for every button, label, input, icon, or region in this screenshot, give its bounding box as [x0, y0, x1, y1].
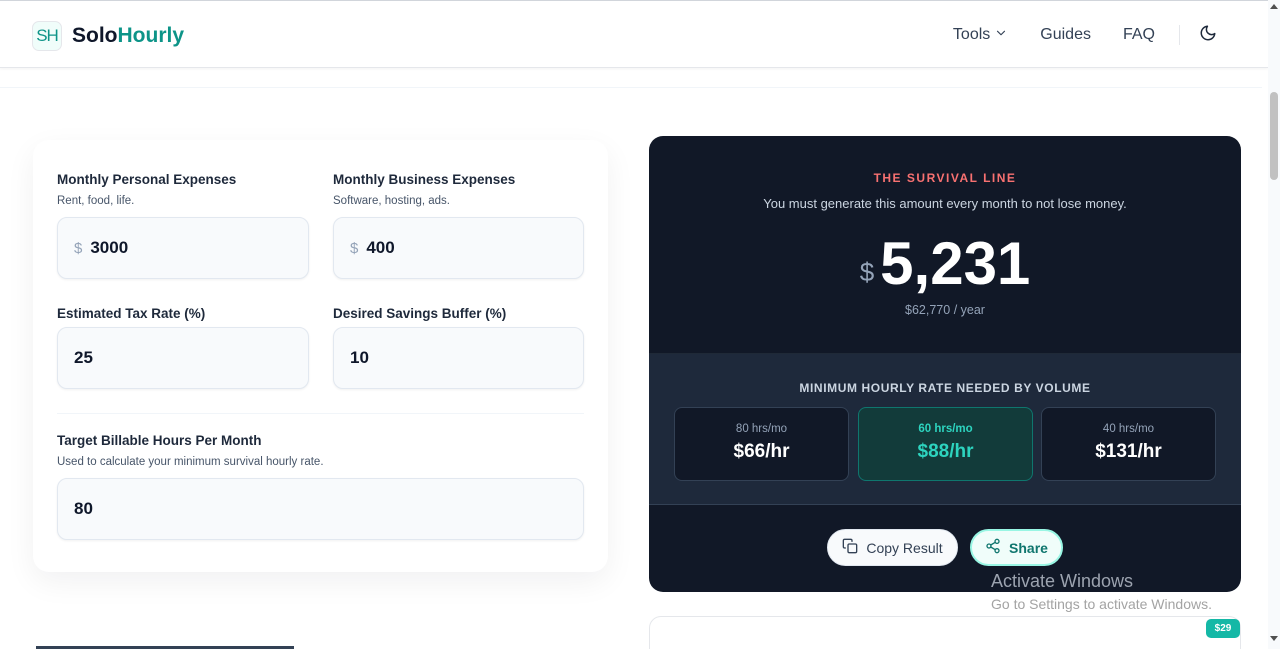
chevron-down-icon	[994, 26, 1008, 45]
brand-accent: Hourly	[117, 24, 185, 47]
business-expenses-label: Monthly Business Expenses	[333, 172, 516, 187]
business-expenses-value: 400	[366, 238, 395, 257]
rate-option-60[interactable]: 60 hrs/mo $88/hr	[858, 407, 1033, 481]
theme-toggle-button[interactable]	[1198, 25, 1218, 45]
billable-hours-help: Used to calculate your minimum survival …	[57, 456, 324, 468]
hourly-rate-title: MINIMUM HOURLY RATE NEEDED BY VOLUME	[799, 381, 1091, 395]
form-divider	[57, 413, 584, 414]
brand-name: SoloHourly	[72, 24, 184, 48]
billable-hours-input[interactable]: 80	[57, 478, 584, 540]
rate-option-40[interactable]: 40 hrs/mo $131/hr	[1041, 407, 1216, 481]
brand-primary: Solo	[72, 24, 118, 47]
rate-option-80[interactable]: 80 hrs/mo $66/hr	[674, 407, 849, 481]
rate-hours: 60 hrs/mo	[918, 423, 973, 435]
share-button[interactable]: Share	[970, 529, 1063, 566]
nav-divider	[1179, 25, 1180, 45]
scroll-thumb[interactable]	[1270, 92, 1278, 180]
billable-hours-field: Target Billable Hours Per Month Used to …	[57, 433, 324, 468]
activate-windows-subtitle: Go to Settings to activate Windows.	[991, 596, 1212, 612]
logo-mark: SH	[32, 21, 62, 51]
tax-rate-label: Estimated Tax Rate (%)	[57, 306, 206, 321]
pricing-card	[649, 616, 1241, 649]
nav-faq[interactable]: FAQ	[1123, 26, 1155, 44]
page-scrollbar[interactable]	[1268, 0, 1280, 649]
share-label: Share	[1009, 539, 1048, 556]
personal-expenses-label: Monthly Personal Expenses	[57, 172, 237, 187]
rate-value: $88/hr	[917, 441, 974, 462]
savings-buffer-field: Desired Savings Buffer (%)	[333, 306, 506, 321]
business-expenses-help: Software, hosting, ads.	[333, 195, 450, 207]
currency-prefix: $	[74, 239, 83, 257]
rate-value: $66/hr	[733, 441, 790, 462]
nav-guides[interactable]: Guides	[1040, 26, 1091, 44]
share-icon	[985, 538, 1001, 557]
billable-hours-value: 80	[74, 499, 93, 518]
survival-result-card: THE SURVIVAL LINE You must generate this…	[649, 136, 1241, 592]
copy-icon	[842, 538, 858, 557]
nav-tools[interactable]: Tools	[953, 26, 1008, 45]
business-expenses-field: Monthly Business Expenses Software, host…	[333, 172, 515, 207]
monthly-value: 5,231	[880, 230, 1031, 297]
monthly-amount: $ 5,231	[649, 232, 1241, 296]
site-header: SH SoloHourly Tools Guides FAQ	[0, 0, 1268, 68]
hourly-rate-panel: MINIMUM HOURLY RATE NEEDED BY VOLUME 80 …	[649, 353, 1241, 505]
section-divider	[0, 87, 1262, 88]
rate-value: $131/hr	[1095, 441, 1162, 462]
copy-result-label: Copy Result	[866, 539, 943, 556]
savings-buffer-value: 10	[350, 348, 369, 367]
tax-rate-input[interactable]: 25	[57, 327, 309, 389]
result-eyebrow: THE SURVIVAL LINE	[873, 171, 1017, 185]
savings-buffer-label: Desired Savings Buffer (%)	[333, 306, 507, 321]
personal-expenses-help: Rent, food, life.	[57, 195, 135, 207]
rate-hours: 40 hrs/mo	[1102, 423, 1155, 435]
tax-rate-field: Estimated Tax Rate (%)	[57, 306, 205, 321]
copy-result-button[interactable]: Copy Result	[827, 529, 958, 566]
activate-windows-title: Activate Windows	[991, 571, 1134, 591]
yearly-amount: $62,770 / year	[905, 303, 985, 317]
monthly-currency: $	[859, 257, 875, 287]
billable-hours-label: Target Billable Hours Per Month	[57, 433, 262, 448]
savings-buffer-input[interactable]: 10	[333, 327, 584, 389]
personal-expenses-value: 3000	[90, 238, 129, 257]
tax-rate-value: 25	[74, 348, 93, 367]
personal-expenses-field: Monthly Personal Expenses Rent, food, li…	[57, 172, 236, 207]
business-expenses-input[interactable]: $ 400	[333, 217, 584, 279]
rate-hours: 80 hrs/mo	[735, 423, 788, 435]
nav-tools-label: Tools	[952, 26, 991, 43]
currency-prefix: $	[350, 239, 359, 257]
result-subtitle: You must generate this amount every mont…	[763, 196, 1127, 211]
moon-icon	[1199, 24, 1217, 47]
scroll-down-arrow-icon[interactable]	[1270, 636, 1278, 641]
personal-expenses-input[interactable]: $ 3000	[57, 217, 309, 279]
price-badge: $29	[1206, 619, 1240, 638]
main-nav: Tools Guides FAQ	[953, 23, 1218, 47]
logo[interactable]: SH SoloHourly	[32, 21, 184, 51]
scroll-up-arrow-icon[interactable]	[1270, 4, 1278, 9]
